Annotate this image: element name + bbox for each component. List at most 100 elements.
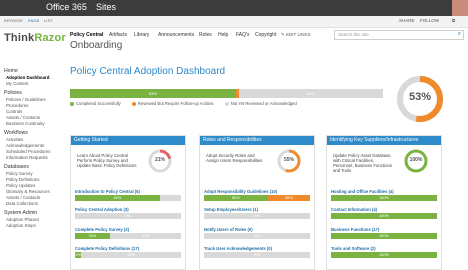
progress-row: Adopt Responsibility Guidelines (10) 60% 4… (204, 189, 310, 201)
nav-heading-databases[interactable]: Databases (4, 164, 64, 170)
progress-row: Complete Policy Survey (3) 33% 67% (75, 227, 181, 239)
nav-item-adoption-steps[interactable]: Adoption Steps (4, 223, 64, 228)
progress-bar: 6% 94% (75, 252, 181, 258)
progress-bar: 100% (331, 213, 437, 219)
share-button[interactable]: SHARE (399, 18, 415, 23)
nav-help[interactable]: Help (218, 32, 228, 38)
left-navigation: Home Adoption Dashboard My Content Polic… (4, 64, 64, 228)
tab-page[interactable]: PAGE (28, 18, 40, 23)
legend-label-not-reviewed: Not Yet Reviewed or Acknowledged (230, 101, 297, 106)
card-donut-percent: 100% (409, 157, 423, 163)
follow-button[interactable]: FOLLOW (420, 18, 439, 23)
overall-progress-percent: 53% (408, 91, 432, 103)
nav-artifacts[interactable]: Artifacts (109, 32, 127, 38)
nav-roles[interactable]: Roles (199, 32, 212, 38)
nav-item-data-collections[interactable]: Data Collections (4, 201, 64, 206)
site-logo[interactable]: ThinkRazor (4, 32, 66, 44)
nav-item-assets-contacts[interactable]: Assets / Contacts (4, 115, 64, 120)
page-title: Onboarding (70, 40, 123, 51)
nav-heading-policies[interactable]: Policies (4, 90, 64, 96)
nav-item-scheduled-procedures[interactable]: Scheduled Procedures (4, 149, 64, 154)
nav-item-db-assets-contacts[interactable]: Assets / Contacts (4, 195, 64, 200)
progress-bar: 0% (204, 233, 310, 239)
search-placeholder: Search this site (338, 32, 369, 37)
nav-item-information-requests[interactable]: Information Requests (4, 155, 64, 160)
card-header[interactable]: Getting Started (71, 136, 185, 145)
ribbon-bar: BROWSE PAGE LIST SHARE FOLLOW ⧉ (0, 16, 468, 28)
card-description: Update Policy Asset Database with Critic… (333, 153, 392, 173)
card-donut-percent: 21% (154, 157, 165, 163)
nav-item-procedures[interactable]: Procedures (4, 103, 64, 108)
suite-bar: Office 365 Sites (0, 0, 468, 16)
progress-bar-remaining: 0% (254, 214, 260, 218)
card-donut-percent: 55% (283, 157, 294, 163)
nav-item-business-continuity[interactable]: Business Continuity (4, 121, 64, 126)
nav-copyright[interactable]: Copyright (255, 32, 276, 38)
card-header[interactable]: Identifying Key Suppliers/Infrastructure… (327, 136, 441, 145)
dashboard-title: Policy Central Adoption Dashboard (70, 66, 226, 77)
nav-item-policy-survey[interactable]: Policy Survey (4, 171, 64, 176)
progress-row: Introduction to Policy Central (5) 80% (75, 189, 181, 201)
progress-bar-completed: 60% (204, 195, 268, 201)
nav-faqs[interactable]: FAQ's (236, 32, 249, 38)
progress-completed-segment: 53% (70, 89, 236, 98)
progress-bar: 60% 40% (204, 195, 310, 201)
nav-item-policy-updates[interactable]: Policy Updates (4, 183, 64, 188)
progress-bar: 0% (75, 213, 181, 219)
progress-bar-remaining: 0% (254, 234, 260, 238)
progress-bar-completed: 100% (331, 195, 437, 201)
progress-not-reviewed-segment: 46% (239, 89, 383, 98)
nav-item-adoption-dashboard[interactable]: Adoption Dashboard (4, 75, 64, 80)
logo-text-1: Think (4, 32, 35, 44)
progress-bar-completed: 100% (331, 252, 437, 258)
logo-text-2: Razor (34, 32, 66, 44)
overall-progress-bar: 53% 46% (70, 89, 383, 98)
card-description: Learn About Policy Central Perform Polic… (77, 153, 137, 168)
progress-bar-remaining: 0% (254, 253, 260, 257)
nav-policy-central[interactable]: Policy Central (70, 32, 103, 38)
sites-link[interactable]: Sites (96, 2, 116, 12)
nav-item-policies-guidelines[interactable]: Policies / Guidelines (4, 97, 64, 102)
progress-bar-remaining: 67% (141, 234, 150, 238)
legend-swatch-grey (224, 101, 229, 106)
progress-row: Policy Central Adoption (3) 0% (75, 207, 181, 219)
progress-bar: 80% (75, 195, 181, 201)
progress-bar-completed: 80% (75, 195, 160, 201)
progress-bar: 100% (331, 195, 437, 201)
tab-browse[interactable]: BROWSE (4, 18, 23, 23)
progress-legend: Completed Successfully Reviewed But Requ… (70, 101, 307, 106)
nav-item-controls[interactable]: Controls (4, 109, 64, 114)
nav-item-activities[interactable]: Activities (4, 137, 64, 142)
card-2: Identifying Key Suppliers/Infrastructure… (326, 135, 442, 270)
tab-list[interactable]: LIST (44, 18, 53, 23)
office-brand[interactable]: Office 365 (46, 2, 87, 12)
progress-row: Notify Users of Roles (0) 0% (204, 227, 310, 239)
focus-icon[interactable]: ⧉ (452, 18, 455, 23)
legend-swatch-orange (131, 101, 136, 106)
avatar[interactable] (452, 0, 468, 16)
nav-item-adoption-phases[interactable]: Adoption Phases (4, 217, 64, 222)
progress-row: Contact Information (4) 100% (331, 207, 437, 219)
card-header[interactable]: Roles and Responsibilities (200, 136, 314, 145)
nav-item-policy-definitions[interactable]: Policy Definitions (4, 177, 64, 182)
legend-item-not-reviewed: Not Yet Reviewed or Acknowledged (224, 101, 297, 106)
nav-heading-workflows[interactable]: Workflows (4, 130, 64, 136)
nav-item-acknowledgements[interactable]: Acknowledgements (4, 143, 64, 148)
search-icon[interactable]: ⌕ (458, 31, 461, 38)
progress-row: Complete Policy Definitions (17) 6% 94% (75, 246, 181, 258)
nav-heading-home[interactable]: Home (4, 68, 64, 74)
nav-item-my-content[interactable]: My Content (4, 81, 64, 86)
progress-bar: 0% (204, 213, 310, 219)
search-input[interactable]: Search this site ⌕ (334, 30, 464, 40)
progress-bar-remaining (160, 195, 181, 201)
edit-links-button[interactable]: ✎ EDIT LINKS (281, 32, 310, 38)
nav-heading-system-admin[interactable]: System Admin (4, 210, 64, 216)
nav-item-glossary-resources[interactable]: Glossary & Resources (4, 189, 64, 194)
progress-row: Setup Employees/Users (1) 0% (204, 207, 310, 219)
progress-bar: 100% (331, 233, 437, 239)
progress-bar-completed: 33% (75, 233, 110, 239)
card-1: Roles and Responsibilities Adopt Security… (199, 135, 315, 270)
nav-library[interactable]: Library (134, 32, 149, 38)
progress-row: Business Functions (17) 100% (331, 227, 437, 239)
nav-announcements[interactable]: Announcements (158, 32, 194, 38)
